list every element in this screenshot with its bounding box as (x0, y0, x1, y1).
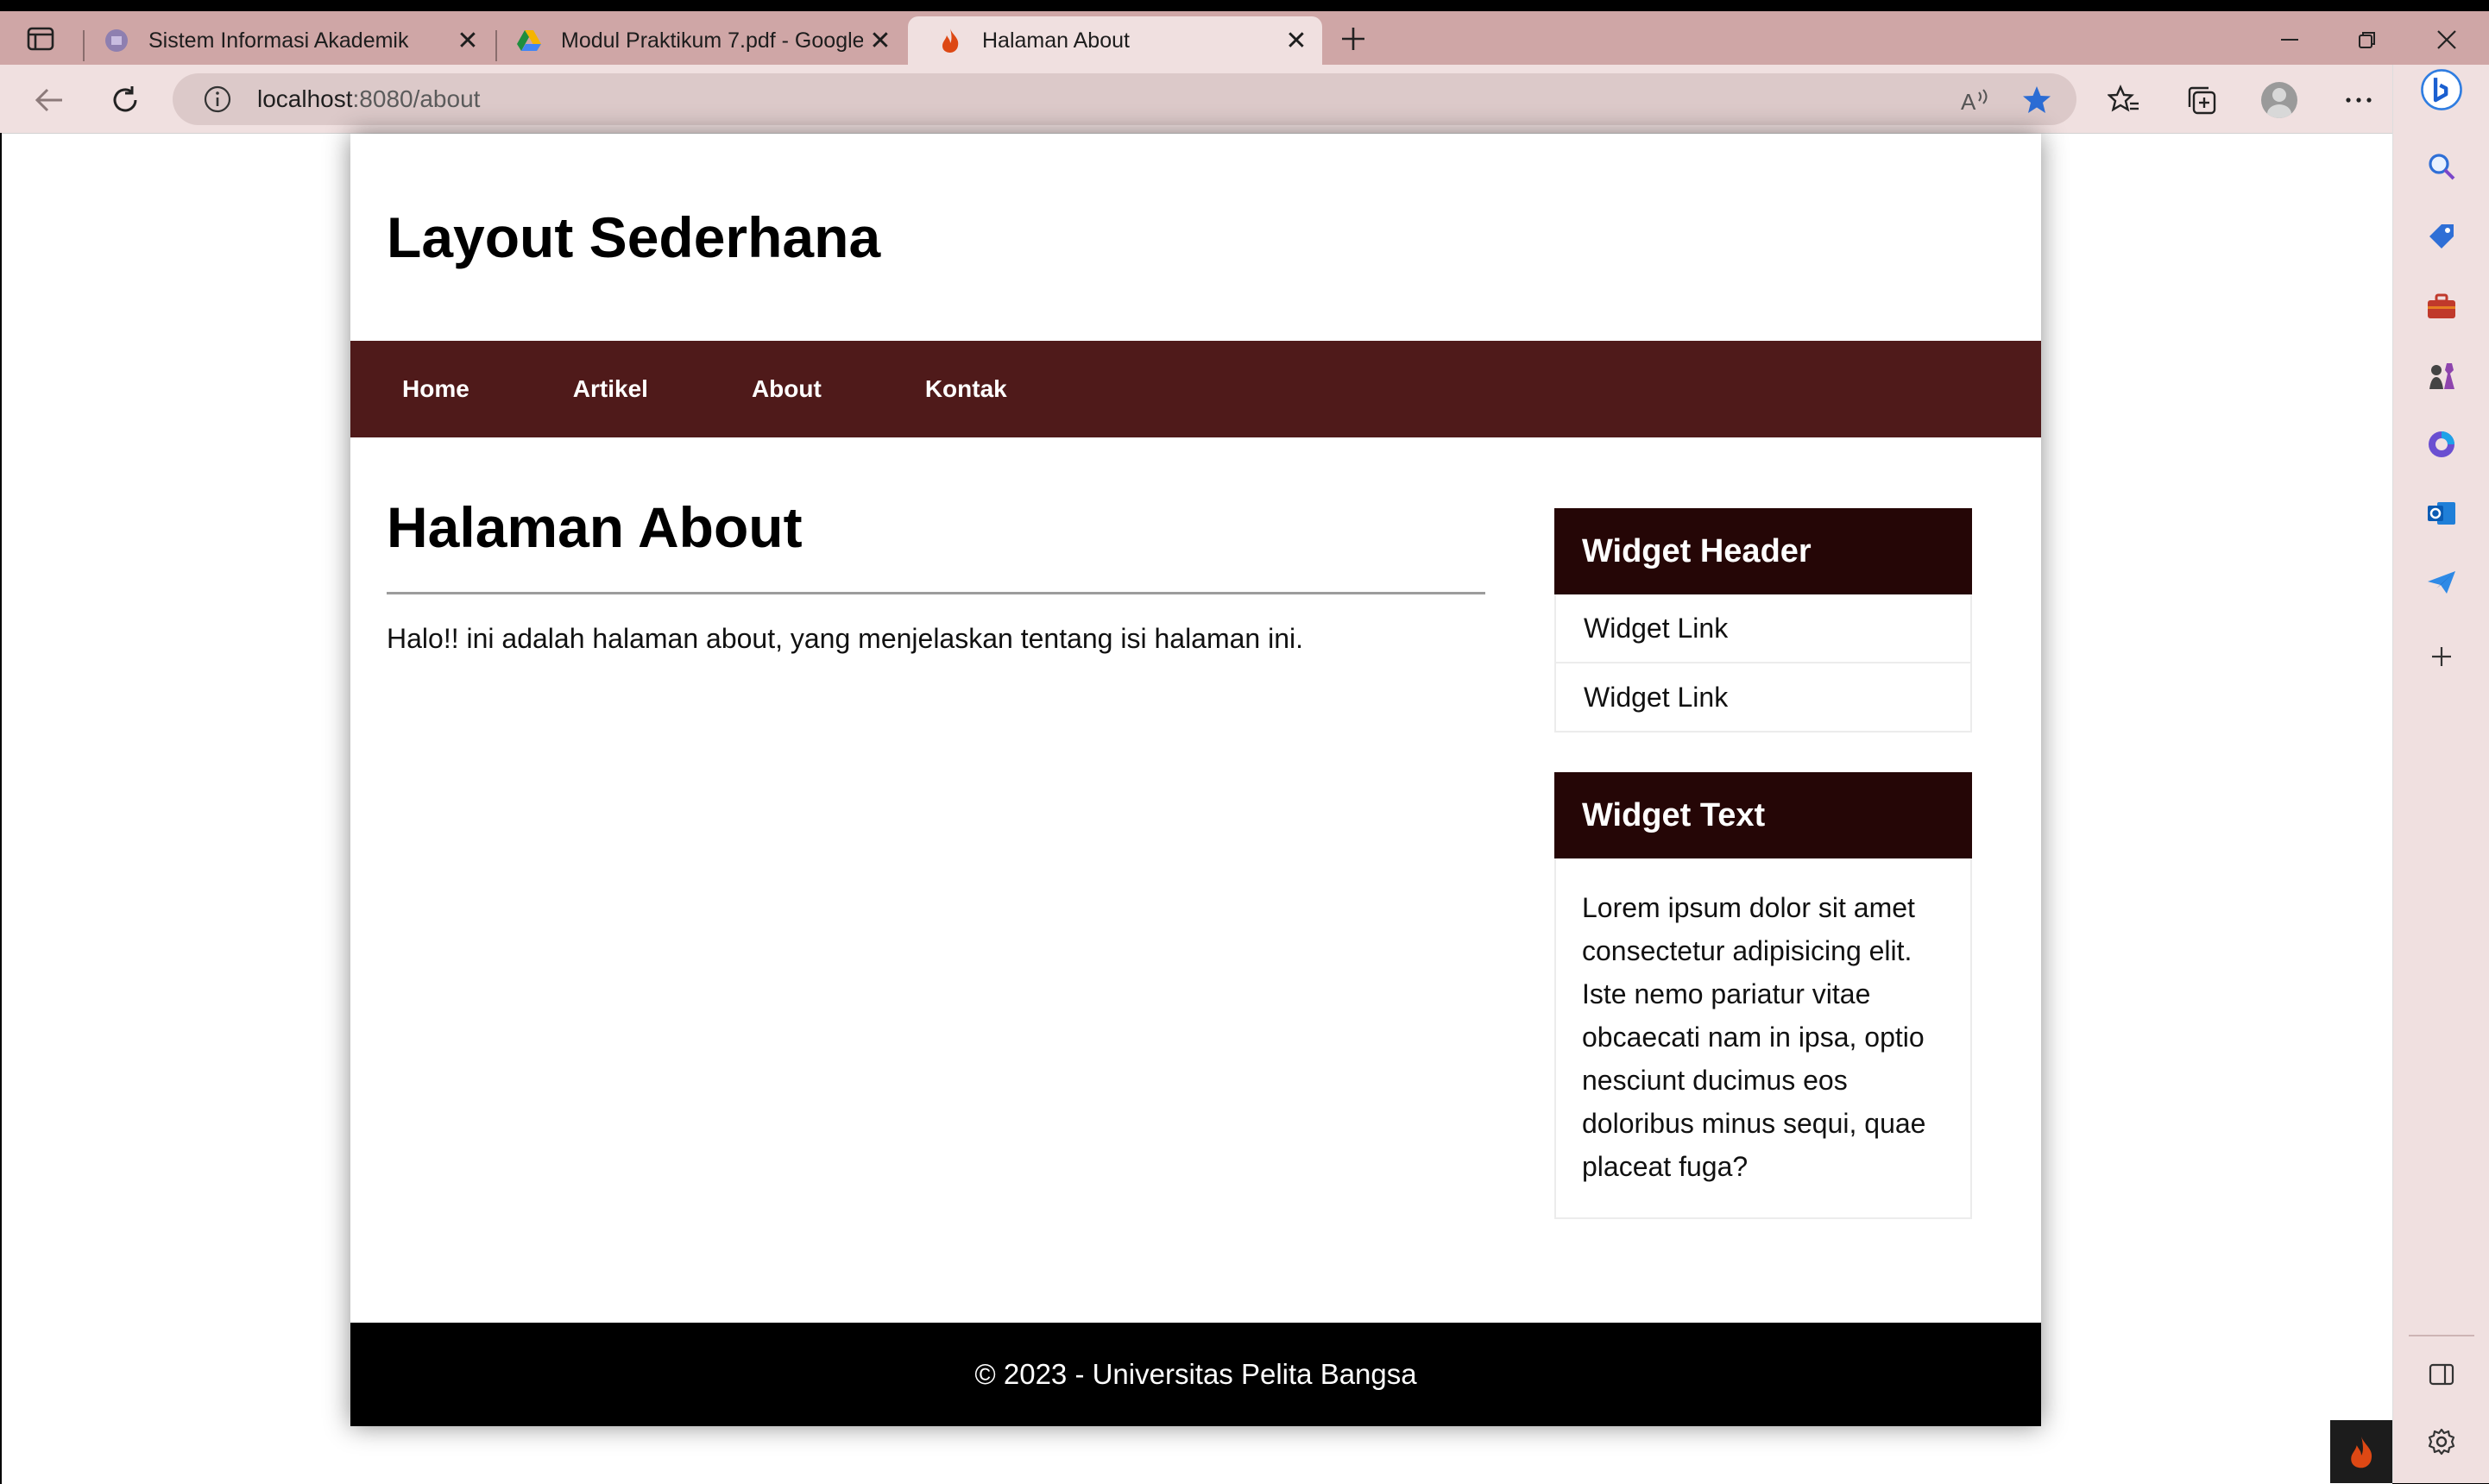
collections-icon[interactable] (2180, 79, 2223, 122)
site-info-icon[interactable] (200, 82, 235, 116)
back-icon[interactable] (28, 79, 71, 122)
settings-gear-icon[interactable] (2419, 1419, 2464, 1464)
site-container: Layout Sederhana Home Artikel About Kont… (350, 134, 2041, 1426)
tab-siakad[interactable]: Sistem Informasi Akademik ✕ (74, 16, 494, 65)
tab-halaman-about[interactable]: Halaman About ✕ (908, 16, 1322, 65)
site-title: Layout Sederhana (387, 205, 881, 269)
widget-header-box: Widget Header Widget Link Widget Link (1554, 508, 1972, 733)
tab-title: Halaman About (982, 28, 1130, 53)
nav-kontak[interactable]: Kontak (873, 341, 1059, 437)
add-sidebar-icon[interactable] (2419, 634, 2464, 679)
nav-home[interactable]: Home (350, 341, 521, 437)
shopping-tag-icon[interactable] (2419, 214, 2464, 259)
svg-text:A: A (1961, 89, 1976, 113)
sidebar-divider (2409, 1335, 2474, 1336)
refresh-icon[interactable] (104, 79, 147, 122)
close-tab-icon[interactable]: ✕ (1279, 23, 1314, 58)
tab-title: Sistem Informasi Akademik (148, 28, 409, 53)
content-paragraph: Halo!! ini adalah halaman about, yang me… (387, 623, 1304, 654)
content-divider (387, 592, 1485, 594)
widget-link[interactable]: Widget Link (1556, 663, 1970, 731)
close-tab-icon[interactable]: ✕ (863, 23, 898, 58)
academic-icon (104, 28, 129, 53)
favorite-star-icon[interactable] (2015, 79, 2058, 122)
tools-briefcase-icon[interactable] (2419, 284, 2464, 329)
close-tab-icon[interactable]: ✕ (451, 23, 485, 58)
google-drive-icon (516, 28, 542, 53)
tab-bar: Sistem Informasi Akademik ✕ Modul Prakti… (0, 11, 2489, 65)
restore-icon[interactable] (2346, 18, 2389, 61)
content-heading: Halaman About (387, 495, 803, 559)
more-options-icon[interactable] (2337, 79, 2380, 122)
microsoft-365-icon[interactable] (2419, 422, 2464, 467)
url-text: localhost:8080/about (257, 85, 480, 113)
main-nav: Home Artikel About Kontak (350, 341, 2041, 437)
url-host: localhost (257, 85, 353, 112)
widget-header-title: Widget Header (1554, 508, 1972, 594)
widget-text-title: Widget Text (1554, 772, 1972, 858)
nav-about[interactable]: About (700, 341, 873, 437)
codeigniter-toolbar-icon[interactable] (2330, 1420, 2392, 1483)
widget-link[interactable]: Widget Link (1556, 594, 1970, 663)
widget-text-body: Lorem ipsum dolor sit amet consectetur a… (1582, 892, 1926, 1182)
address-toolbar: localhost:8080/about A (0, 65, 2489, 133)
new-tab-icon[interactable] (1333, 18, 1374, 60)
profile-avatar[interactable] (2258, 79, 2301, 122)
codeigniter-icon (937, 28, 963, 53)
search-icon[interactable] (2419, 144, 2464, 189)
bing-chat-icon[interactable] (2419, 67, 2464, 112)
nav-artikel[interactable]: Artikel (521, 341, 700, 437)
hide-sidebar-icon[interactable] (2419, 1352, 2464, 1397)
tab-title: Modul Praktikum 7.pdf - Google (561, 28, 863, 53)
site-footer: © 2023 - Universitas Pelita Bangsa (350, 1323, 2041, 1426)
games-chess-icon[interactable] (2419, 353, 2464, 398)
tab-modul-praktikum[interactable]: Modul Praktikum 7.pdf - Google ✕ (487, 16, 906, 65)
widget-text-box: Widget Text Lorem ipsum dolor sit amet c… (1554, 772, 1972, 1219)
tab-actions-icon[interactable] (26, 24, 55, 53)
minimize-icon[interactable] (2268, 18, 2311, 61)
favorites-icon[interactable] (2102, 79, 2146, 122)
send-icon[interactable] (2419, 560, 2464, 605)
close-window-icon[interactable] (2425, 18, 2468, 61)
url-path: :8080/about (352, 85, 481, 112)
read-aloud-icon[interactable]: A (1954, 79, 1997, 122)
browser-sidebar (2392, 65, 2489, 1483)
outlook-icon[interactable] (2419, 491, 2464, 536)
address-bar[interactable]: localhost:8080/about (173, 73, 2076, 125)
